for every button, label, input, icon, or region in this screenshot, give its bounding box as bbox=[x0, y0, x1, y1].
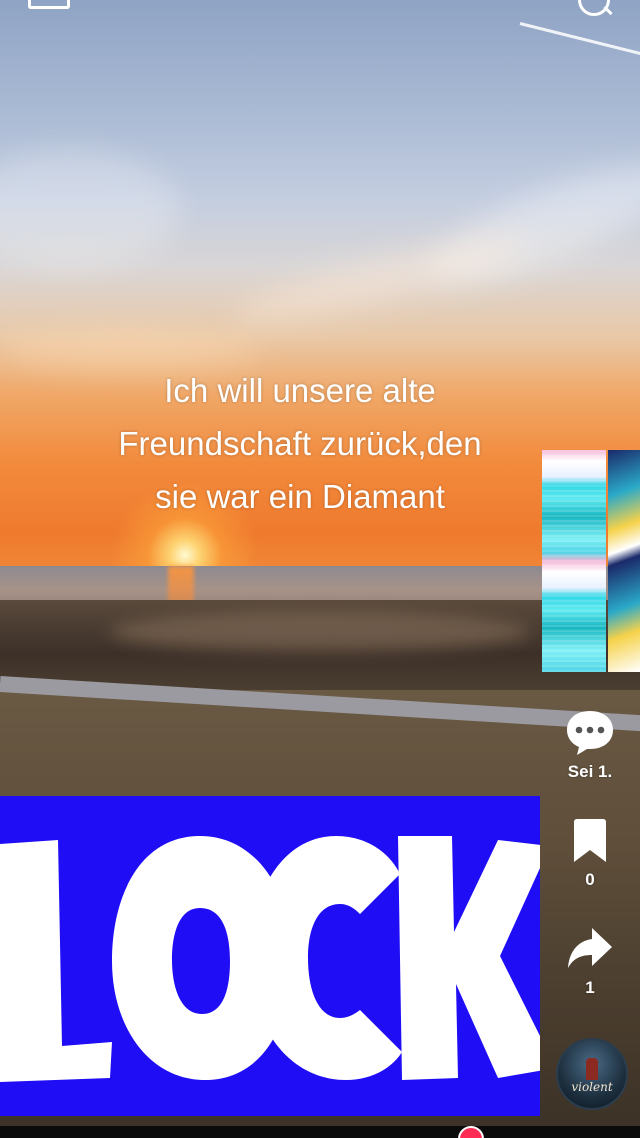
glitch-scanlines bbox=[542, 450, 606, 672]
comment-bubble-icon bbox=[567, 711, 613, 755]
caption-line: sie war ein Diamant bbox=[155, 478, 445, 515]
share-arrow-icon bbox=[568, 928, 612, 968]
video-caption: Ich will unsere alte Freundschaft zurück… bbox=[60, 364, 540, 523]
creator-avatar[interactable]: violent bbox=[556, 1038, 628, 1110]
comment-count: Sei 1. bbox=[567, 762, 613, 781]
comment-button[interactable]: Sei 1. bbox=[556, 708, 624, 782]
share-count: 1 bbox=[585, 978, 595, 997]
caption-line: Ich will unsere alte bbox=[164, 372, 436, 409]
menu-icon[interactable] bbox=[28, 0, 70, 9]
glitch-stripe bbox=[608, 450, 640, 672]
video-feed-screen[interactable]: Ich will unsere alte Freundschaft zurück… bbox=[0, 0, 640, 1138]
save-count: 0 bbox=[585, 870, 595, 889]
tidal-flat-shine bbox=[110, 612, 530, 652]
avatar-figure bbox=[586, 1058, 598, 1080]
glitch-sticker bbox=[538, 450, 640, 672]
look-sticker-lettering bbox=[0, 836, 540, 1082]
caption-line: Freundschaft zurück,den bbox=[118, 425, 482, 462]
bottom-nav-bar[interactable] bbox=[0, 1126, 640, 1138]
share-button[interactable]: 1 bbox=[556, 926, 624, 998]
bookmark-icon bbox=[574, 819, 606, 862]
look-sticker bbox=[0, 796, 540, 1116]
avatar-text: violent bbox=[571, 1080, 613, 1094]
save-button[interactable]: 0 bbox=[556, 818, 624, 890]
